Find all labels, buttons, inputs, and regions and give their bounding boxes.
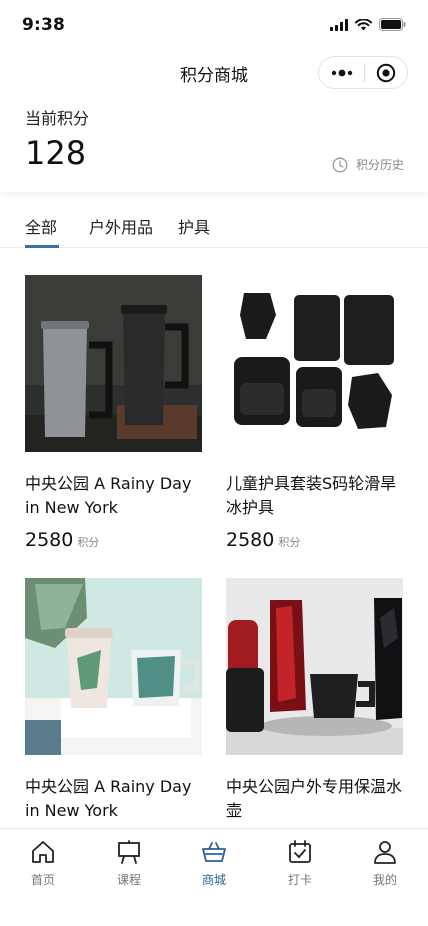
- tabbar-item-mall[interactable]: 商城: [171, 839, 257, 888]
- cellular-signal-icon: [330, 18, 348, 31]
- tabbar-label: 打卡: [287, 873, 312, 887]
- product-name: 儿童护具套装S码轮滑旱冰护具: [226, 474, 397, 517]
- product-image: [25, 275, 202, 452]
- product-name: 中央公园 A Rainy Day in New York: [25, 777, 192, 820]
- status-bar: 9:38: [0, 0, 428, 52]
- product-image: [25, 578, 202, 755]
- tabbar-label: 首页: [30, 873, 55, 887]
- price-unit: 积分: [77, 536, 100, 549]
- product-name: 中央公园 A Rainy Day in New York: [25, 474, 192, 517]
- tab-outdoor[interactable]: 户外用品: [89, 214, 153, 238]
- bottom-tab-bar: 首页 课程 商城 打卡 我的: [0, 828, 428, 926]
- points-history-label: 积分历史: [355, 158, 404, 172]
- points-card: 当前积分 128 积分历史: [0, 94, 428, 192]
- product-image: [226, 578, 403, 755]
- status-time: 9:38: [22, 15, 66, 35]
- user-icon: [374, 841, 396, 864]
- basket-icon: [202, 842, 226, 862]
- tabbar-item-profile[interactable]: 我的: [342, 839, 428, 888]
- status-icons: [330, 18, 406, 31]
- battery-icon: [379, 18, 406, 31]
- tabbar-label: 商城: [201, 873, 226, 887]
- points-value: 128: [25, 134, 87, 172]
- clock-icon: [332, 157, 348, 172]
- product-price: 2580: [25, 529, 74, 551]
- more-dots-icon: [331, 69, 352, 76]
- calendar-check-icon: [289, 840, 311, 863]
- product-grid: 中央公园 A Rainy Day in New York 2580 积分 儿童护…: [0, 248, 428, 828]
- target-close-icon: [376, 63, 396, 82]
- product-price: 2580: [226, 529, 275, 551]
- product-image: [226, 275, 403, 452]
- product-card[interactable]: 中央公园 A Rainy Day in New York 2580 积分: [25, 275, 202, 551]
- price-unit: 积分: [278, 536, 301, 549]
- price-row: 2580 积分: [25, 529, 202, 551]
- tab-protective-gear[interactable]: 护具: [178, 214, 210, 238]
- tabbar-item-courses[interactable]: 课程: [86, 839, 172, 888]
- tab-all[interactable]: 全部: [25, 214, 57, 238]
- tabbar-label: 课程: [116, 873, 141, 887]
- wifi-icon: [355, 18, 372, 30]
- points-label: 当前积分: [25, 109, 90, 128]
- product-card[interactable]: 中央公园户外专用保温水壶: [226, 578, 403, 823]
- nav-bar: 积分商城: [0, 52, 428, 94]
- more-button[interactable]: [319, 57, 364, 88]
- product-card[interactable]: 中央公园 A Rainy Day in New York: [25, 578, 202, 823]
- category-tabs: 全部 户外用品 护具: [0, 200, 428, 248]
- home-icon: [32, 841, 54, 863]
- tabbar-item-checkin[interactable]: 打卡: [257, 839, 343, 888]
- tabbar-label: 我的: [372, 873, 397, 887]
- price-row: 2580 积分: [226, 529, 403, 551]
- tabbar-item-home[interactable]: 首页: [0, 839, 86, 888]
- points-history-link[interactable]: 积分历史: [332, 156, 404, 173]
- close-button[interactable]: [365, 57, 407, 88]
- easel-icon: [118, 840, 140, 864]
- product-card[interactable]: 儿童护具套装S码轮滑旱冰护具 2580 积分: [226, 275, 403, 551]
- mini-program-capsule: [318, 56, 408, 89]
- product-name: 中央公园户外专用保温水壶: [226, 777, 403, 820]
